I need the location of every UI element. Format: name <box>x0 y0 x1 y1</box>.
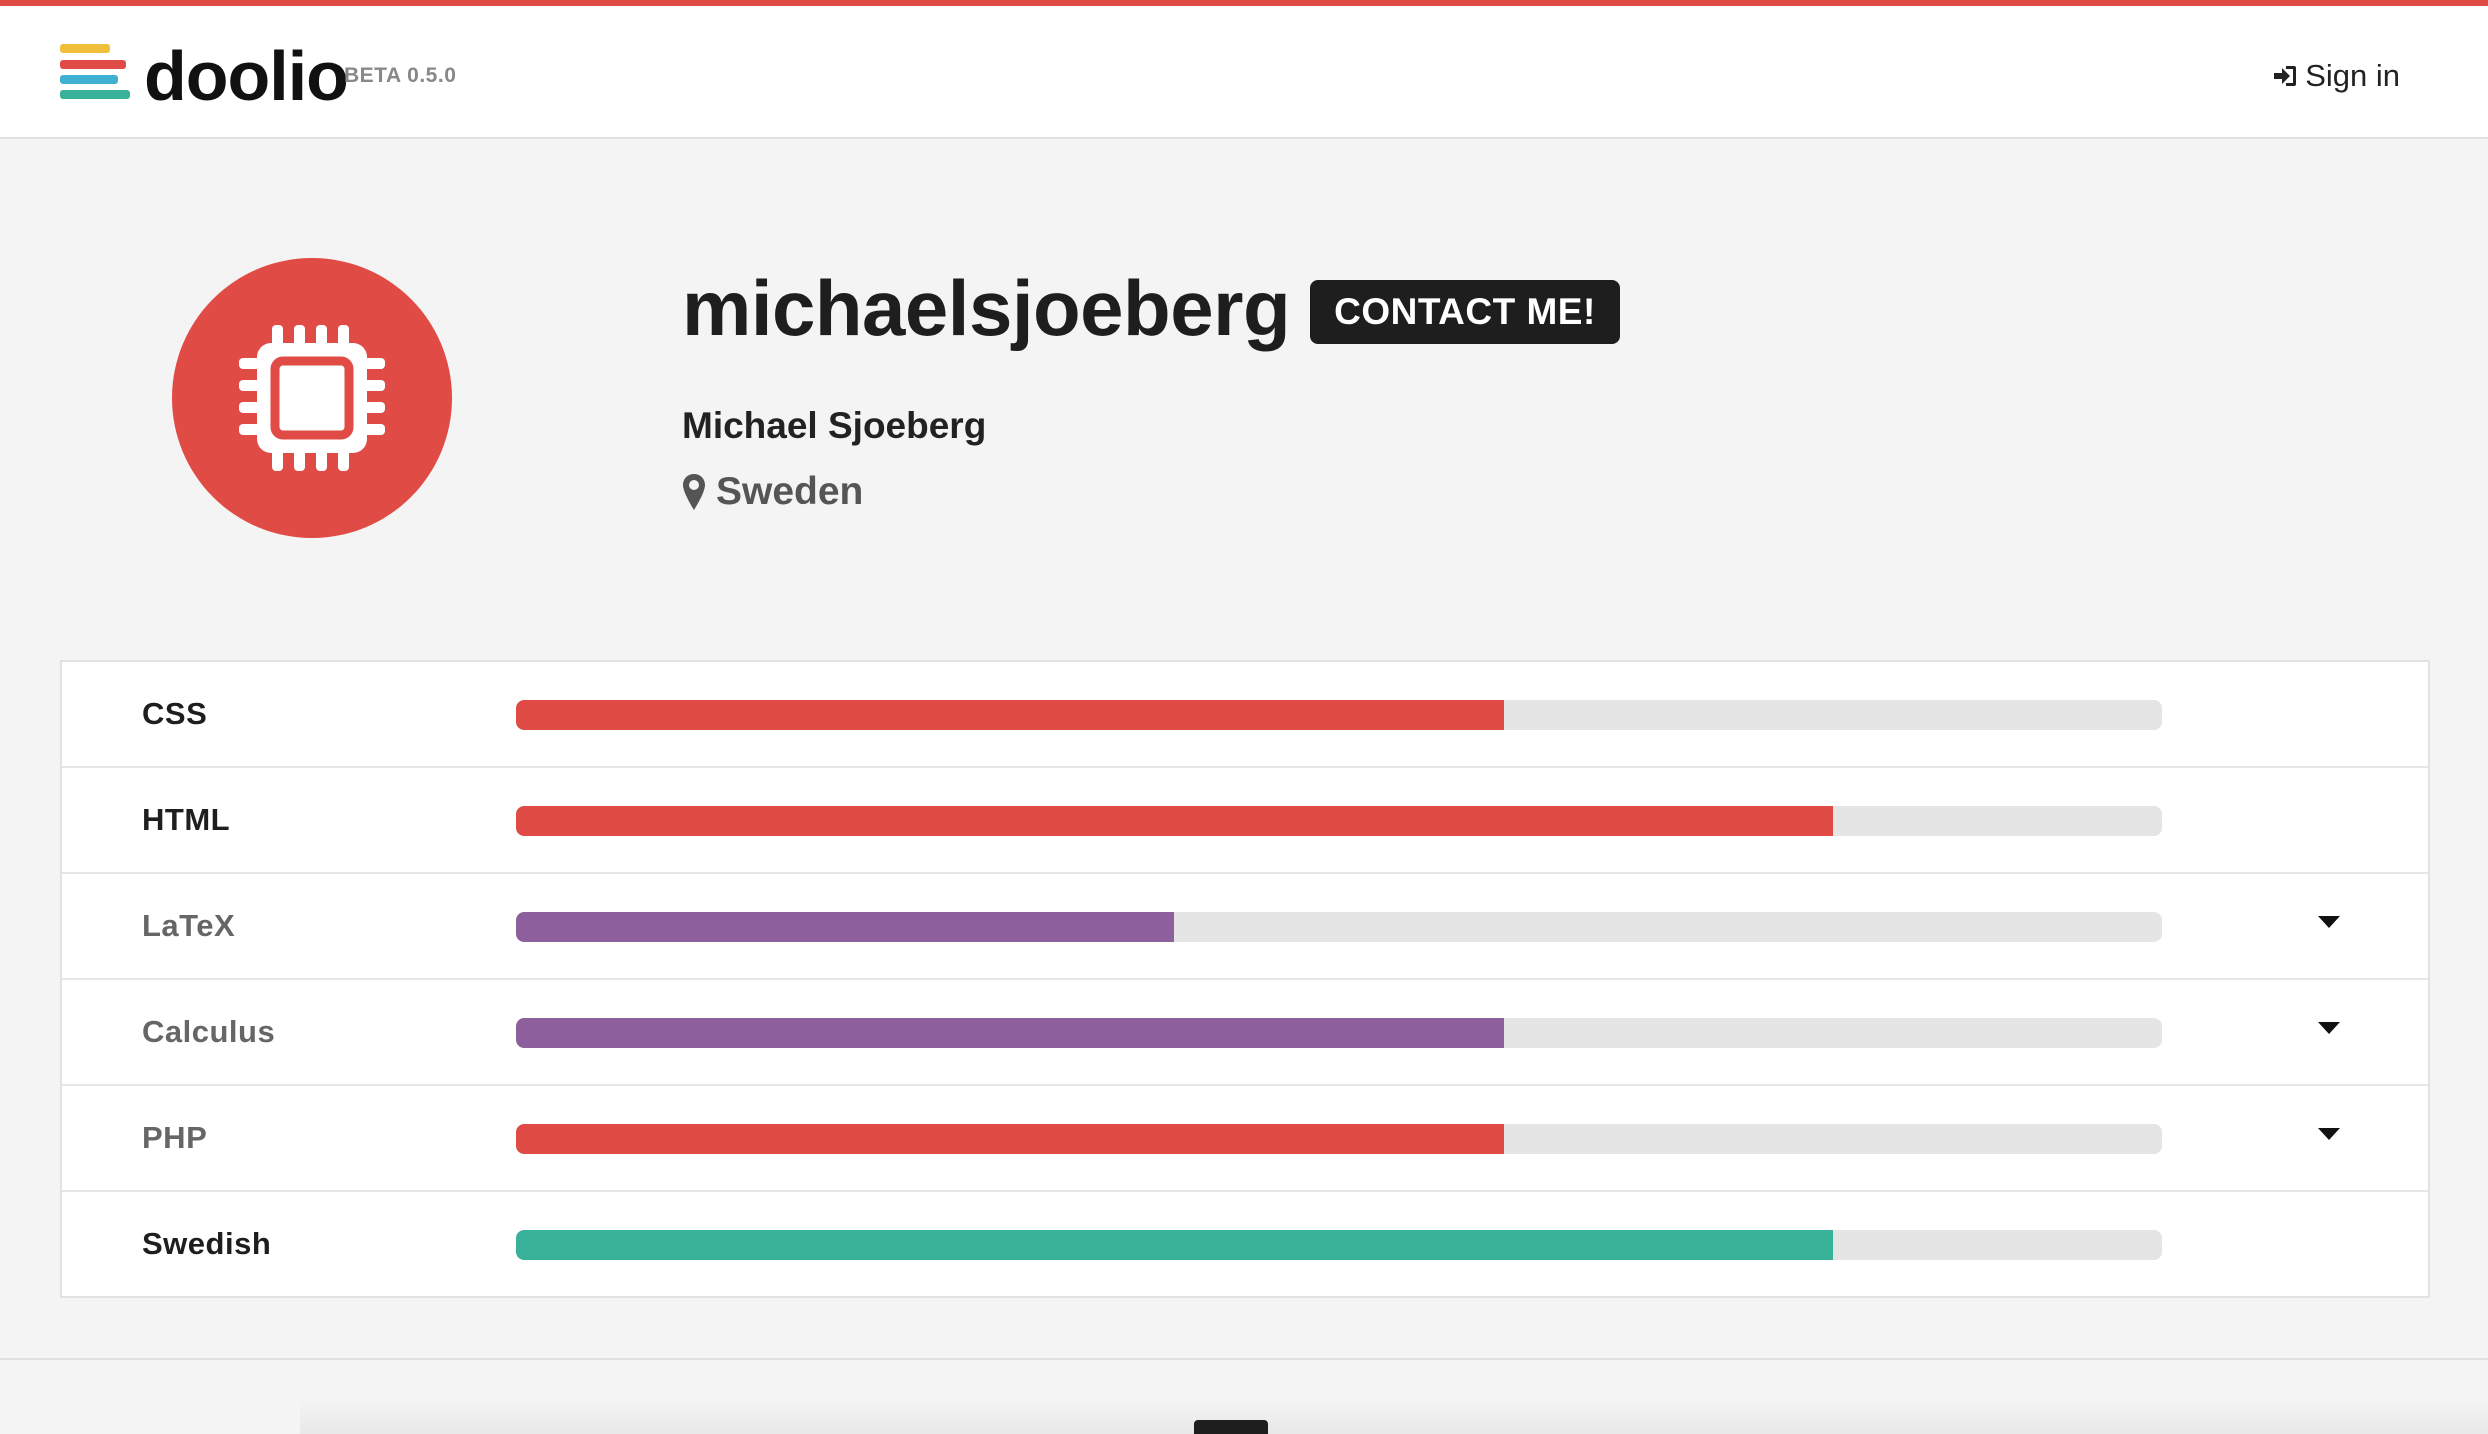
skill-name: CSS <box>142 696 208 731</box>
skill-name: HTML <box>142 802 231 837</box>
logo-bars-icon[interactable] <box>60 44 130 104</box>
footer-tab-handle[interactable] <box>1194 1420 1268 1434</box>
skill-name: Calculus <box>142 1014 276 1049</box>
skill-progress-fill <box>516 912 1175 942</box>
skill-progress-bar <box>516 912 2162 942</box>
sign-in-label: Sign in <box>2305 58 2400 93</box>
location: Sweden <box>682 470 863 514</box>
skill-row[interactable]: CSS <box>62 662 2428 768</box>
skill-row[interactable]: LaTeX <box>62 874 2428 980</box>
full-name: Michael Sjoeberg <box>682 405 987 446</box>
logo-text[interactable]: doolio <box>144 32 349 120</box>
skill-row[interactable]: Swedish <box>62 1192 2428 1298</box>
expand-caret-icon[interactable] <box>2318 1128 2340 1140</box>
skill-progress-fill <box>516 1124 1504 1154</box>
top-navbar: doolio BETA 0.5.0 Sign in <box>0 6 2488 139</box>
skill-name: Swedish <box>142 1226 272 1261</box>
skills-list: CSS HTML LaTeX Calculus PHP Swedish <box>60 660 2430 1298</box>
location-label: Sweden <box>716 470 864 513</box>
sign-in-icon <box>2274 66 2297 86</box>
skill-progress-bar <box>516 806 2162 836</box>
avatar <box>172 258 452 538</box>
skill-name: LaTeX <box>142 908 236 943</box>
skill-progress-bar <box>516 1124 2162 1154</box>
skill-row[interactable]: Calculus <box>62 980 2428 1086</box>
skill-progress-bar <box>516 700 2162 730</box>
skill-row[interactable]: PHP <box>62 1086 2428 1192</box>
skill-progress-bar <box>516 1018 2162 1048</box>
skill-progress-fill <box>516 1018 1504 1048</box>
version-badge: BETA 0.5.0 <box>344 64 457 87</box>
expand-caret-icon[interactable] <box>2318 916 2340 928</box>
footer-divider <box>0 1358 2488 1360</box>
cpu-chip-icon <box>239 325 385 471</box>
username-row: michaelsjoeberg CONTACT ME! <box>682 258 1620 358</box>
skill-name: PHP <box>142 1120 208 1155</box>
map-marker-icon <box>683 474 705 510</box>
footer-panel <box>300 1400 2488 1434</box>
skill-progress-fill <box>516 1230 1833 1260</box>
expand-caret-icon[interactable] <box>2318 1022 2340 1034</box>
page-title: michaelsjoeberg <box>682 264 1291 352</box>
skill-progress-fill <box>516 700 1504 730</box>
skill-row[interactable]: HTML <box>62 768 2428 874</box>
sign-in-link[interactable]: Sign in <box>2271 56 2400 96</box>
skill-progress-fill <box>516 806 1833 836</box>
skill-progress-bar <box>516 1230 2162 1260</box>
contact-me-button[interactable]: CONTACT ME! <box>1310 280 1620 344</box>
